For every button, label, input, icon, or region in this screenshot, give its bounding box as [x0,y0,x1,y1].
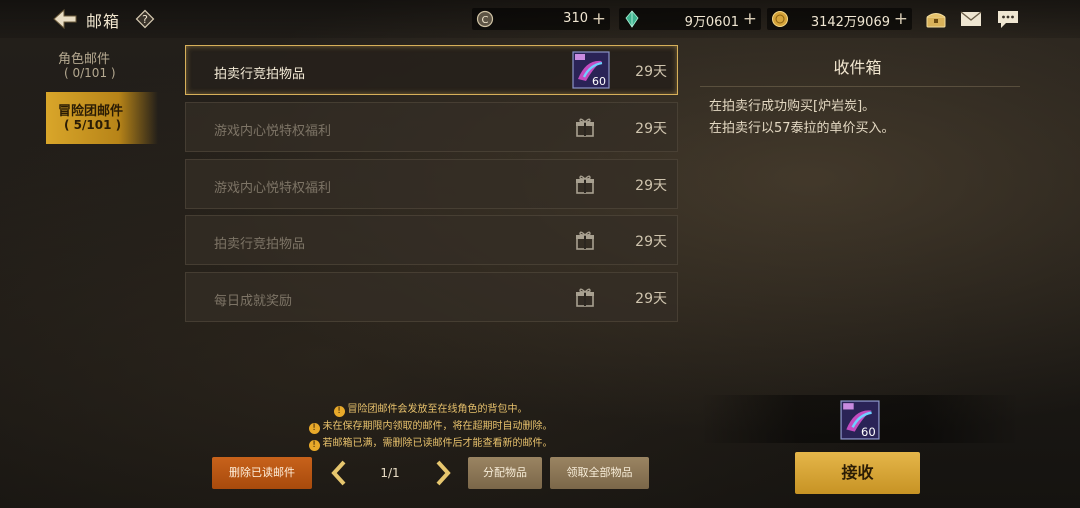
mail-expiry: 29天 [635,178,667,194]
mail-expiry: 29天 [635,64,667,80]
gift-icon [576,288,594,307]
top-bar: 邮箱 ? C 310 + 9万0601 + 3142万9069 + [0,0,1080,38]
tab-character-mail[interactable]: 角色邮件 ( 0/101 ) [46,40,158,92]
receive-button[interactable]: 接收 [795,452,920,494]
add-currency-button[interactable]: + [743,8,757,30]
distribute-items-button[interactable]: 分配物品 [468,457,542,489]
warning-icon: ! [308,423,320,434]
currency-value: 3142万9069 [810,15,890,30]
add-currency-button[interactable]: + [592,8,606,30]
mail-item[interactable]: 每日成就奖励 29天 [185,272,678,322]
tab-adventure-team-mail[interactable]: 冒险团邮件 ( 5/101 ) [46,92,158,144]
svg-text:C: C [482,15,489,26]
notice-text: 若邮箱已满，需删除已读邮件后才能查看新的邮件。 [322,438,553,449]
delete-read-mail-button[interactable]: 删除已读邮件 [212,457,312,489]
mail-subject: 拍卖行竞拍物品 [214,237,306,252]
chat-bubble-icon[interactable] [996,8,1020,30]
next-page-arrow-icon[interactable] [434,459,452,487]
currency-bar-gold: 3142万9069 + [767,8,912,30]
item-thumbnail-icon: 60 [572,51,610,89]
notice-text: 未在保存期限内领取的邮件，将在超期时自动删除。 [322,421,553,432]
attachment-item-icon[interactable]: 60 [840,400,880,440]
attachment-quantity: 60 [861,425,876,439]
mail-item[interactable]: 拍卖行竞拍物品 60 29天 [185,45,678,95]
back-arrow-icon[interactable] [52,8,78,30]
claim-all-items-button[interactable]: 领取全部物品 [550,457,649,489]
currency-bar-crystal: 9万0601 + [619,8,761,30]
notice-line: ! 冒险团邮件会发放至在线角色的背包中。 [185,400,676,417]
tab-label: 冒险团邮件 [58,104,124,119]
green-crystal-icon [625,10,639,28]
warning-icon: ! [333,406,345,417]
tab-count: ( 0/101 ) [64,66,116,80]
detail-divider [700,86,1020,87]
help-symbol: ? [142,13,148,26]
gift-icon [576,231,594,250]
chest-icon[interactable] [924,8,948,30]
gift-icon [576,118,594,137]
mail-subject: 游戏内心悦特权福利 [214,124,332,139]
mail-expiry: 29天 [635,234,667,250]
mail-body-line: 在拍卖行以57泰拉的单价买入。 [709,121,895,136]
mail-subject: 游戏内心悦特权福利 [214,181,332,196]
mail-body-line: 在拍卖行成功购买[炉岩炭]。 [709,99,876,114]
mail-item[interactable]: 拍卖行竞拍物品 29天 [185,215,678,265]
mail-envelope-icon[interactable] [959,8,983,30]
warning-icon: ! [308,440,320,451]
mail-expiry: 29天 [635,291,667,307]
gift-icon [576,175,594,194]
gold-coin-icon [772,11,788,27]
mail-expiry: 29天 [635,121,667,137]
mail-item[interactable]: 游戏内心悦特权福利 29天 [185,159,678,209]
currency-value: 310 [563,11,588,26]
help-icon[interactable]: ? [135,9,155,29]
tab-count: ( 5/101 ) [64,118,122,132]
notice-line: ! 未在保存期限内领取的邮件，将在超期时自动删除。 [185,417,676,434]
page-indicator: 1/1 [380,466,400,480]
mail-subject: 每日成就奖励 [214,294,293,309]
coin-c-icon: C [476,10,494,28]
currency-value: 9万0601 [684,15,739,30]
page-title: 邮箱 [86,12,121,31]
item-quantity: 60 [592,75,606,88]
add-currency-button[interactable]: + [894,8,908,30]
currency-bar-cera: C 310 + [472,8,610,30]
notice-text: 冒险团邮件会发放至在线角色的背包中。 [347,404,528,415]
mail-sender: 收件箱 [833,58,882,77]
tab-label: 角色邮件 [58,52,111,67]
mail-subject: 拍卖行竞拍物品 [214,67,306,82]
notice-line: ! 若邮箱已满，需删除已读邮件后才能查看新的邮件。 [185,434,676,451]
prev-page-arrow-icon[interactable] [330,459,348,487]
mail-item[interactable]: 游戏内心悦特权福利 29天 [185,102,678,152]
